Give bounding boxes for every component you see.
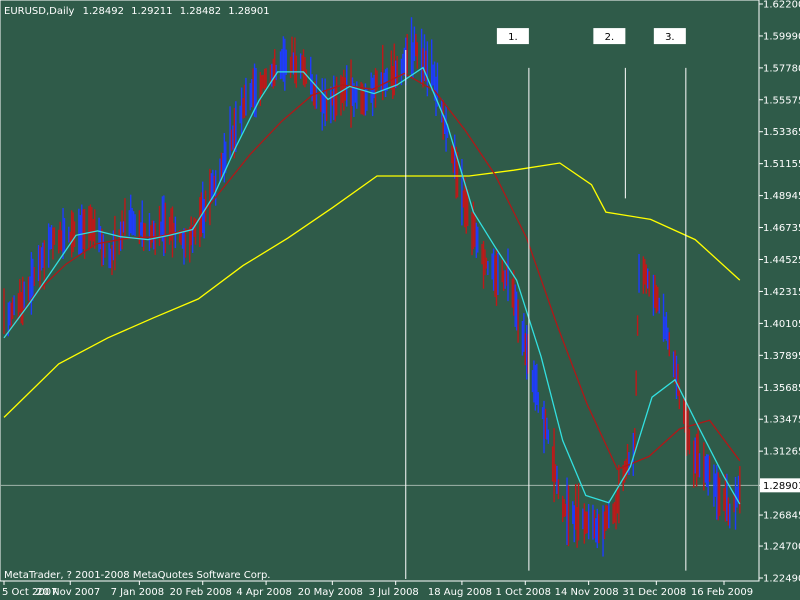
y-tick-label: 1.26845 bbox=[763, 511, 800, 522]
y-tick-label: 1.44525 bbox=[763, 255, 800, 266]
y-tick-label: 1.24700 bbox=[763, 542, 800, 553]
x-tick-label: 1 Oct 2008 bbox=[496, 587, 551, 598]
symbol-label: EURUSD,Daily bbox=[4, 6, 75, 17]
annotation-label-1: 1. bbox=[508, 32, 518, 43]
annotation-label-3: 3. bbox=[665, 32, 675, 43]
x-tick-label: 31 Dec 2008 bbox=[622, 587, 686, 598]
x-tick-label: 16 Feb 2009 bbox=[691, 587, 753, 598]
y-tick-label: 1.48945 bbox=[763, 191, 800, 202]
y-tick-label: 1.57780 bbox=[763, 63, 800, 74]
low-value: 1.28482 bbox=[180, 6, 221, 17]
y-tick-label: 1.46735 bbox=[763, 223, 800, 234]
y-tick-label: 1.59990 bbox=[763, 31, 800, 42]
x-tick-label: 3 Jul 2008 bbox=[369, 587, 419, 598]
y-tick-label: 1.40105 bbox=[763, 319, 800, 330]
y-tick-label: 1.33475 bbox=[763, 415, 800, 426]
copyright-label: MetaTrader, ? 2001-2008 MetaQuotes Softw… bbox=[4, 570, 270, 581]
close-value: 1.28901 bbox=[228, 6, 269, 17]
y-tick-label: 1.53365 bbox=[763, 127, 800, 138]
y-tick-label: 1.55575 bbox=[763, 95, 800, 106]
x-tick-label: 7 Jan 2008 bbox=[111, 587, 165, 598]
x-tick-label: 20 Feb 2008 bbox=[170, 587, 232, 598]
y-tick-label: 1.22490 bbox=[763, 574, 800, 585]
x-tick-label: 20 Nov 2007 bbox=[36, 587, 100, 598]
y-tick-label: 1.35685 bbox=[763, 383, 800, 394]
y-tick-label: 1.62200 bbox=[763, 0, 800, 11]
y-tick-label: 1.37895 bbox=[763, 351, 800, 362]
chart-background bbox=[0, 0, 800, 600]
y-tick-label: 1.51155 bbox=[763, 159, 800, 170]
x-tick-label: 4 Apr 2008 bbox=[236, 587, 291, 598]
high-value: 1.29211 bbox=[131, 6, 172, 17]
chart-header: EURUSD,Daily 1.28492 1.29211 1.28482 1.2… bbox=[4, 6, 270, 17]
open-value: 1.28492 bbox=[83, 6, 124, 17]
annotation-label-2: 2. bbox=[605, 32, 615, 43]
price-chart: 1. 2. 3. 1.62200 1.59990 1.57780 1.55575 1.533… bbox=[0, 0, 800, 600]
y-tick-label: 1.42315 bbox=[763, 287, 800, 298]
x-tick-label: 20 May 2008 bbox=[298, 587, 363, 598]
chart-window: 1. 2. 3. 1.62200 1.59990 1.57780 1.55575 1.533… bbox=[0, 0, 800, 600]
y-tick-label: 1.28901 bbox=[763, 481, 800, 492]
x-tick-label: 14 Nov 2008 bbox=[555, 587, 619, 598]
y-tick-label: 1.31265 bbox=[763, 447, 800, 458]
x-tick-label: 18 Aug 2008 bbox=[428, 587, 492, 598]
